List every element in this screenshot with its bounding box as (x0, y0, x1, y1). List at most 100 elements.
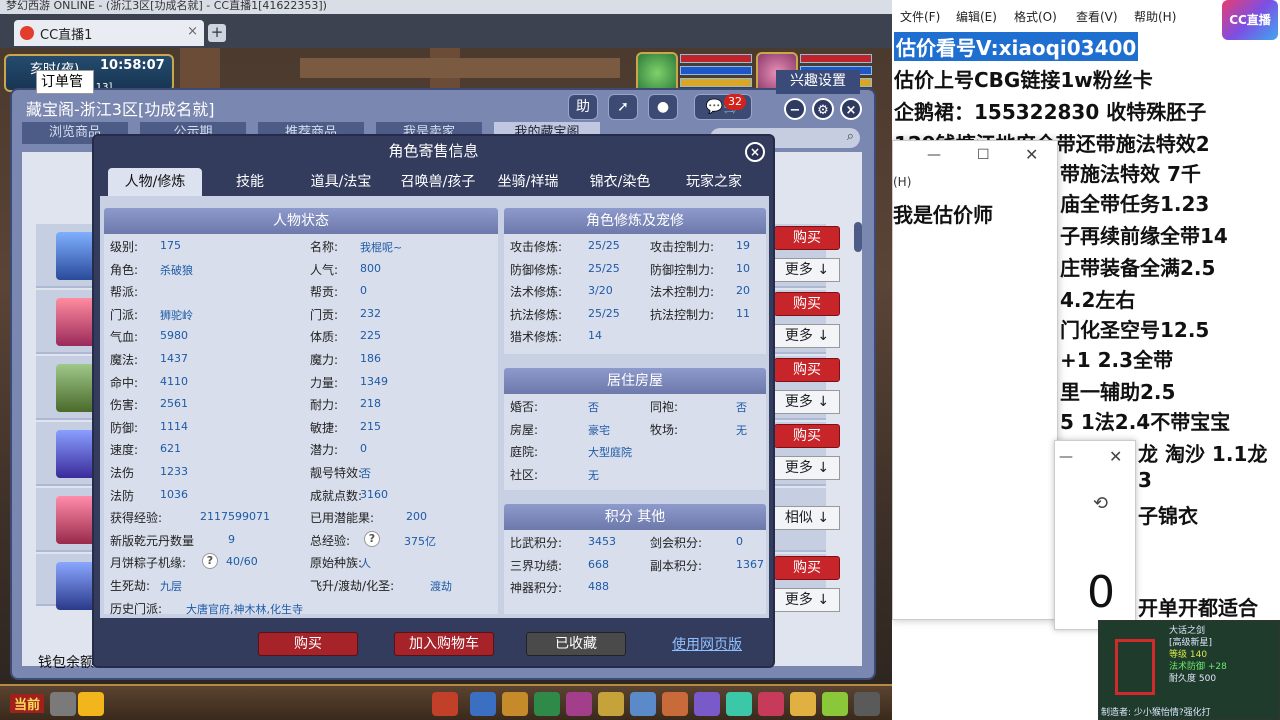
stat-value: 否 (360, 467, 371, 480)
toolbar-slot-icon[interactable] (854, 692, 880, 716)
tab-character[interactable]: 人物/修炼 (108, 168, 202, 196)
cultivation-value: 25/25 (588, 261, 620, 275)
toolbar-slot-icon[interactable] (822, 692, 848, 716)
toolbar-slot-icon[interactable] (662, 692, 688, 716)
minimize-icon[interactable]: — (1059, 449, 1073, 465)
cultivation-pane: 攻击修炼: 25/25 攻击控制力: 19 防御修炼: 25/25 防御控制力: 10 法术修炼… (504, 234, 766, 354)
minimize-icon[interactable]: − (784, 98, 806, 120)
list-scrollbar[interactable] (854, 222, 862, 252)
stat-value: 5980 (160, 329, 188, 343)
tab-pets[interactable]: 召唤兽/孩子 (392, 168, 484, 196)
stat-value: 1349 (360, 374, 388, 388)
toolbar-slot-icon[interactable] (502, 692, 528, 716)
buy-button[interactable]: 购买 (774, 556, 840, 580)
toolbar-slot-icon[interactable] (598, 692, 624, 716)
tab-close-button[interactable]: × (187, 24, 198, 39)
tab-outfits[interactable]: 锦衣/染色 (584, 168, 656, 196)
tab-home[interactable]: 玩家之家 (678, 168, 750, 196)
menu-file[interactable]: 文件(F) (900, 8, 940, 25)
more-button[interactable]: 更多 ↓ (774, 390, 840, 414)
tab-mounts[interactable]: 坐骑/祥瑞 (490, 168, 566, 196)
cart-count-badge: 32 (724, 94, 746, 110)
buy-button[interactable]: 购买 (774, 424, 840, 448)
web-version-link[interactable]: 使用网页版 (672, 634, 742, 654)
cultivation-label: 防御控制力: (650, 262, 715, 277)
popup-menu-help[interactable]: (H) (893, 175, 911, 189)
add-to-cart-button[interactable]: 加入购物车 (394, 632, 494, 656)
history-icon[interactable]: ⟲ (1093, 493, 1108, 514)
more-button[interactable]: 更多 ↓ (774, 588, 840, 612)
favorited-button[interactable]: 已收藏 (526, 632, 626, 656)
maximize-icon[interactable]: ☐ (977, 147, 990, 163)
role-info-dialog: 角色寄售信息 × 人物/修炼 技能 道具/法宝 召唤兽/孩子 坐骑/祥瑞 锦衣/… (92, 134, 775, 668)
notepad-window: 文件(F) 编辑(E) 格式(O) 查看(V) 帮助(H) CC直播 估价看号V… (892, 0, 1280, 720)
stat-value: 1114 (160, 419, 188, 433)
help-icon[interactable]: ? (202, 553, 218, 570)
menu-edit[interactable]: 编辑(E) (956, 8, 997, 25)
tab-items[interactable]: 道具/法宝 (298, 168, 384, 196)
toolbar-slot-icon[interactable] (694, 692, 720, 716)
similar-button[interactable]: 相似 ↓ (774, 506, 840, 530)
mic-icon[interactable] (50, 692, 76, 716)
tab-label: CC直播1 (40, 28, 93, 43)
stat-value: 1036 (160, 487, 188, 501)
stat-value: 232 (360, 306, 381, 320)
note-line: 估价看号V:xiaoqi03400 (894, 32, 1139, 61)
toolbar-slot-icon[interactable] (566, 692, 592, 716)
help-button[interactable]: 助 (568, 94, 598, 120)
stat-value: 9 (228, 532, 235, 546)
order-manage-button[interactable]: 订单管 (36, 70, 94, 94)
menu-view[interactable]: 查看(V) (1076, 8, 1118, 25)
record-icon[interactable]: ● (648, 94, 678, 120)
browser-tab[interactable]: CC直播1 × (14, 20, 204, 46)
buy-button[interactable]: 购买 (774, 226, 840, 250)
minimize-icon[interactable]: — (927, 147, 941, 163)
help-icon[interactable]: ? (364, 530, 380, 547)
toolbar-slot-icon[interactable] (432, 692, 458, 716)
dialog-close-button[interactable]: × (745, 142, 765, 162)
settings-icon[interactable]: ⚙ (812, 98, 834, 120)
house-header: 居住房屋 (504, 368, 766, 394)
stat-label: 气血: (110, 330, 139, 345)
more-button[interactable]: 更多 ↓ (774, 258, 840, 282)
close-icon[interactable]: ✕ (1025, 145, 1038, 164)
tab-skills[interactable]: 技能 (212, 168, 288, 196)
more-button[interactable]: 更多 ↓ (774, 324, 840, 348)
stat-label: 命中: (110, 375, 139, 390)
stat-value: 375亿 (404, 534, 436, 548)
current-channel-label[interactable]: 当前 (10, 694, 45, 713)
search-icon[interactable]: ⌕ (847, 129, 854, 144)
more-label: 更多 (784, 262, 813, 278)
close-icon[interactable]: ✕ (1109, 447, 1122, 466)
more-label: 更多 (784, 592, 813, 608)
more-button[interactable]: 更多 ↓ (774, 456, 840, 480)
points-value: 0 (736, 535, 743, 548)
toolbar-slot-icon[interactable] (470, 692, 496, 716)
stat-value: 215 (360, 419, 381, 433)
note-line: 龙 淘沙 1.1龙 (1138, 442, 1268, 466)
stat-label: 魔法: (110, 353, 139, 367)
house-value: 豪宅 (588, 423, 610, 437)
share-icon[interactable]: ➚ (608, 94, 638, 120)
buy-button[interactable]: 购买 (774, 292, 840, 316)
new-tab-button[interactable]: + (208, 24, 226, 42)
toolbar-slot-icon[interactable] (758, 692, 784, 716)
pet-status-bars (680, 54, 752, 90)
menu-help[interactable]: 帮助(H) (1134, 8, 1176, 25)
toolbar-slot-icon[interactable] (534, 692, 560, 716)
buy-button[interactable]: 购买 (774, 358, 840, 382)
cultivation-label: 法术修炼: (510, 285, 563, 300)
cultivation-value: 14 (588, 329, 602, 343)
toolbar-slot-icon[interactable] (630, 692, 656, 716)
buy-button[interactable]: 购买 (258, 632, 358, 656)
stat-label: 角色: (110, 262, 139, 277)
stat-value: 0 (360, 442, 367, 456)
emote-icon[interactable] (78, 692, 104, 716)
close-icon[interactable]: × (840, 98, 862, 120)
toolbar-slot-icon[interactable] (726, 692, 752, 716)
stat-value: 狮驼岭 (160, 308, 193, 322)
stat-value: 621 (160, 442, 181, 456)
menu-format[interactable]: 格式(O) (1014, 8, 1057, 25)
toolbar-slot-icon[interactable] (790, 692, 816, 716)
interest-settings-button[interactable]: 兴趣设置 (776, 70, 860, 94)
